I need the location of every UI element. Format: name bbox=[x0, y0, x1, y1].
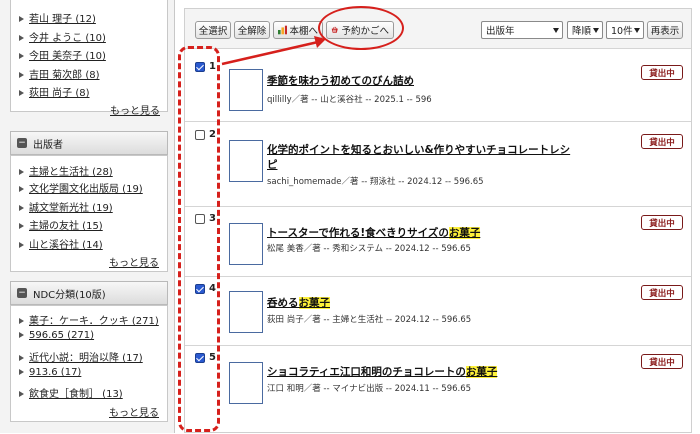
ndc-more-link[interactable]: もっと見る bbox=[109, 404, 159, 419]
facet-item-ndc[interactable]: 596.65 (271) bbox=[19, 330, 94, 341]
collapse-icon[interactable]: − bbox=[17, 288, 27, 298]
facet-item-ndc[interactable]: 飲食史［食制］ (13) bbox=[19, 385, 123, 400]
facet-item-publisher[interactable]: 文化学園文化出版局 (19) bbox=[19, 180, 143, 195]
ndc-facet-list: 菓子：ケーキ．クッキ (271) 596.65 (271) 近代小説：明治以降 … bbox=[10, 305, 168, 422]
results-panel: 全選択 全解除 本棚へ 予約かごへ 出版年 降順 10件 再表示 1 季節を味わ… bbox=[184, 8, 692, 433]
triangle-icon bbox=[19, 16, 24, 22]
chevron-down-icon bbox=[553, 28, 559, 33]
triangle-icon bbox=[19, 332, 24, 338]
book-cover[interactable] bbox=[229, 140, 263, 182]
triangle-icon bbox=[19, 35, 24, 41]
facet-item-publisher[interactable]: 誠文堂新光社 (19) bbox=[19, 199, 113, 214]
sort-field-select[interactable]: 出版年 bbox=[481, 21, 563, 39]
facet-item-publisher[interactable]: 山と溪谷社 (14) bbox=[19, 236, 103, 251]
facet-item-ndc[interactable]: 913.6 (17) bbox=[19, 367, 81, 378]
checkbox-column-highlight bbox=[178, 46, 220, 432]
chevron-down-icon bbox=[593, 28, 599, 33]
triangle-icon bbox=[19, 223, 24, 229]
result-meta: sachi_homemade／著 -- 翔泳社 -- 2024.12 -- 59… bbox=[267, 177, 484, 187]
triangle-icon bbox=[19, 391, 24, 397]
publisher-facet-header[interactable]: − 出版者 bbox=[10, 131, 168, 155]
result-title[interactable]: ショコラティエ江口和明のチョコレートのお菓子 bbox=[267, 364, 498, 379]
author-facet-list: 若山 理子 (12) 今井 ようこ (10) 今田 美奈子 (10) 吉田 菊次… bbox=[10, 0, 168, 112]
sort-order-select[interactable]: 降順 bbox=[567, 21, 603, 39]
triangle-icon bbox=[19, 90, 24, 96]
result-title[interactable]: トースターで作れる!食べきりサイズのお菓子 bbox=[267, 225, 481, 240]
result-meta: 荻田 尚子／著 -- 主婦と生活社 -- 2024.12 -- 596.65 bbox=[267, 315, 472, 325]
triangle-icon bbox=[19, 169, 24, 175]
triangle-icon bbox=[19, 53, 24, 59]
result-row: 1 季節を味わう初めてのびん詰め qillilly／著 -- 山と溪谷社 -- … bbox=[185, 55, 691, 121]
result-title-line2[interactable]: ピ bbox=[267, 157, 278, 172]
facet-item-publisher[interactable]: 主婦の友社 (15) bbox=[19, 217, 103, 232]
reserve-cart-highlight-circle bbox=[318, 6, 404, 50]
triangle-icon bbox=[19, 242, 24, 248]
collapse-icon[interactable]: − bbox=[17, 138, 27, 148]
chevron-down-icon bbox=[634, 28, 640, 33]
book-cover[interactable] bbox=[229, 69, 263, 111]
redisplay-button[interactable]: 再表示 bbox=[647, 21, 683, 39]
triangle-icon bbox=[19, 318, 24, 324]
triangle-icon bbox=[19, 369, 24, 375]
triangle-icon bbox=[19, 205, 24, 211]
result-title[interactable]: 化学的ポイントを知るとおいしい&作りやすいチョコレートレシ bbox=[267, 142, 570, 157]
book-cover[interactable] bbox=[229, 223, 263, 265]
per-page-select[interactable]: 10件 bbox=[606, 21, 644, 39]
status-badge: 貸出中 bbox=[641, 354, 683, 369]
facet-item-ndc[interactable]: 菓子：ケーキ．クッキ (271) bbox=[19, 312, 159, 327]
result-meta: qillilly／著 -- 山と溪谷社 -- 2025.1 -- 596 bbox=[267, 95, 432, 105]
result-row: 2 化学的ポイントを知るとおいしい&作りやすいチョコレートレシ ピ sachi_… bbox=[185, 121, 691, 206]
deselect-all-button[interactable]: 全解除 bbox=[234, 21, 270, 39]
bar-chart-icon bbox=[278, 25, 288, 35]
facet-item-author[interactable]: 若山 理子 (12) bbox=[19, 10, 96, 25]
facet-sidebar: 若山 理子 (12) 今井 ようこ (10) 今田 美奈子 (10) 吉田 菊次… bbox=[0, 0, 175, 433]
triangle-icon bbox=[19, 186, 24, 192]
result-row: 5 ショコラティエ江口和明のチョコレートのお菓子 江口 和明／著 -- マイナビ… bbox=[185, 345, 691, 434]
author-more-link[interactable]: もっと見る bbox=[110, 102, 160, 117]
book-cover[interactable] bbox=[229, 291, 263, 333]
bookshelf-button[interactable]: 本棚へ bbox=[273, 21, 323, 39]
facet-item-publisher[interactable]: 主婦と生活社 (28) bbox=[19, 163, 113, 178]
publisher-facet-list: 主婦と生活社 (28) 文化学園文化出版局 (19) 誠文堂新光社 (19) 主… bbox=[10, 155, 168, 272]
result-title[interactable]: 季節を味わう初めてのびん詰め bbox=[267, 73, 414, 88]
status-badge: 貸出中 bbox=[641, 134, 683, 149]
results-toolbar: 全選択 全解除 本棚へ 予約かごへ 出版年 降順 10件 再表示 bbox=[185, 9, 691, 49]
book-cover[interactable] bbox=[229, 362, 263, 404]
facet-item-author[interactable]: 吉田 菊次郎 (8) bbox=[19, 66, 100, 81]
triangle-icon bbox=[19, 72, 24, 78]
facet-item-ndc[interactable]: 近代小説：明治以降 (17) bbox=[19, 349, 143, 364]
status-badge: 貸出中 bbox=[641, 285, 683, 300]
status-badge: 貸出中 bbox=[641, 215, 683, 230]
result-meta: 松尾 美香／著 -- 秀和システム -- 2024.12 -- 596.65 bbox=[267, 244, 471, 254]
facet-item-author[interactable]: 今田 美奈子 (10) bbox=[19, 47, 106, 62]
ndc-facet-header[interactable]: − NDC分類(10版) bbox=[10, 281, 168, 305]
triangle-icon bbox=[19, 355, 24, 361]
result-title[interactable]: 呑めるお菓子 bbox=[267, 295, 330, 310]
result-row: 3 トースターで作れる!食べきりサイズのお菓子 松尾 美香／著 -- 秀和システ… bbox=[185, 206, 691, 276]
publisher-more-link[interactable]: もっと見る bbox=[109, 254, 159, 269]
result-row: 4 呑めるお菓子 荻田 尚子／著 -- 主婦と生活社 -- 2024.12 --… bbox=[185, 276, 691, 345]
facet-item-author[interactable]: 荻田 尚子 (8) bbox=[19, 84, 90, 99]
facet-item-author[interactable]: 今井 ようこ (10) bbox=[19, 29, 106, 44]
result-meta: 江口 和明／著 -- マイナビ出版 -- 2024.11 -- 596.65 bbox=[267, 384, 472, 394]
select-all-button[interactable]: 全選択 bbox=[195, 21, 231, 39]
status-badge: 貸出中 bbox=[641, 65, 683, 80]
